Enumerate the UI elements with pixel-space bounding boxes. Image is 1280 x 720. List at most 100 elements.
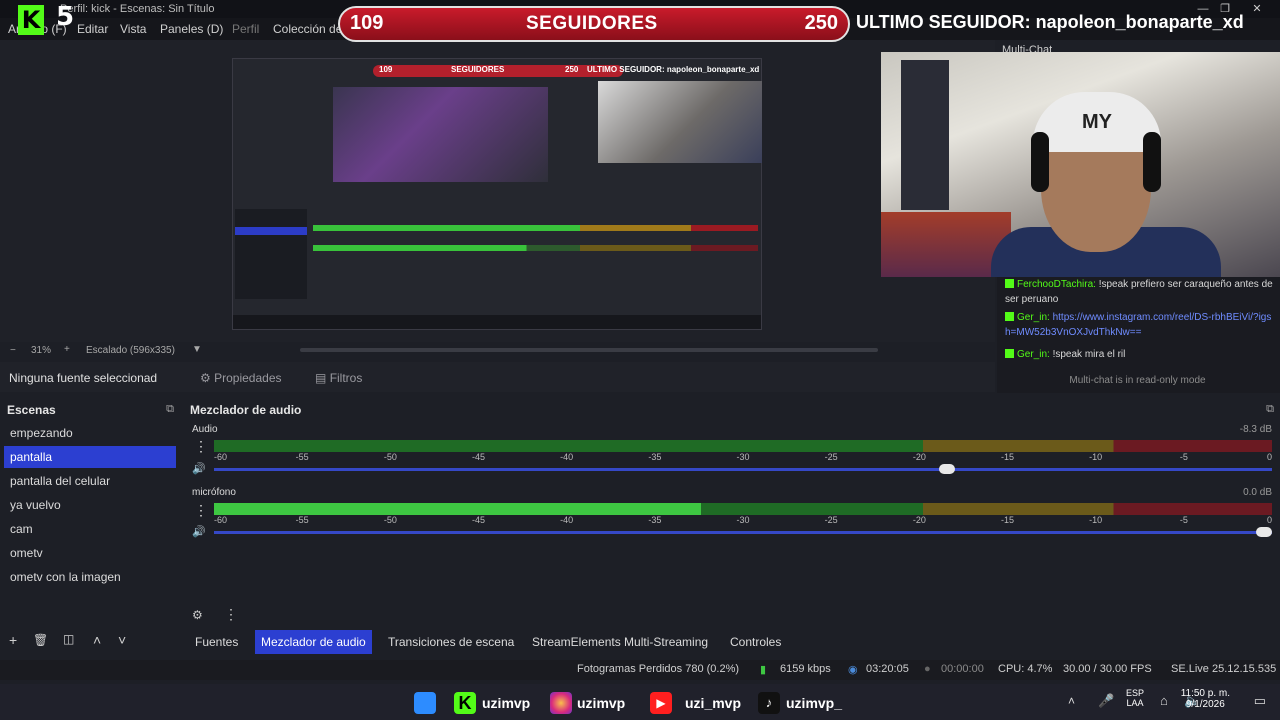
add-scene-button[interactable]: + (9, 632, 17, 648)
meter-tick-label: -60 (214, 452, 228, 462)
scene-item-selected[interactable]: pantalla (4, 446, 176, 468)
meter-ticks: -60 -55 -50 -45 -40 -35 -30 -25 -20 -15 -10 -5 0 (214, 515, 1272, 525)
menu-edit[interactable]: Editar (77, 22, 108, 36)
channel-db: 0.0 dB (1243, 487, 1272, 498)
scene-item[interactable]: ya vuelvo (4, 494, 176, 516)
zoom-out-button[interactable]: − (10, 345, 16, 356)
move-up-button[interactable]: ˄ (93, 632, 101, 648)
scene-controls: + 🗑 ◫ ˄ ˅ (0, 632, 180, 652)
kick-logo: K (18, 5, 44, 35)
scene-item[interactable]: ometv (4, 542, 176, 564)
meter-tick-label: -10 (1089, 515, 1103, 525)
undock-icon[interactable]: ⧉ (1266, 403, 1274, 416)
nested-screen-capture (333, 87, 548, 182)
input-language[interactable]: ESP LAA (1126, 688, 1144, 708)
scene-item[interactable]: cam (4, 518, 176, 540)
move-down-button[interactable]: ˅ (118, 632, 126, 648)
windows-start-icon[interactable] (414, 692, 436, 714)
tray-chevron-icon[interactable]: ˄ (1068, 694, 1075, 708)
volume-knob[interactable] (1256, 527, 1272, 537)
undock-icon[interactable]: ⧉ (166, 403, 174, 416)
followers-label: SEGUIDORES (526, 13, 658, 34)
channel-name: micrófono (192, 487, 236, 498)
scale-mode: Escalado (596x335) (86, 345, 175, 356)
properties-button[interactable]: ⚙ Propiedades (200, 371, 282, 385)
nested-scenes-list (235, 209, 307, 299)
chat-text: !speak mira el ril (1052, 349, 1126, 360)
tab-multistreaming[interactable]: StreamElements Multi-Streaming (526, 630, 714, 654)
meter-tick-label: -15 (1000, 452, 1015, 462)
followers-current: 109 (350, 12, 384, 34)
tab-scene-transitions[interactable]: Transiciones de escena (382, 630, 520, 654)
live-time: 03:20:05 (866, 663, 909, 675)
chevron-down-icon[interactable]: ▼ (192, 344, 202, 355)
speaker-icon[interactable]: 🔊 (192, 525, 206, 538)
meter-tick-label: -55 (295, 452, 309, 462)
notifications-icon[interactable]: ▭ (1254, 693, 1266, 709)
nested-taskbar (233, 315, 761, 329)
multichat-readonly-note: Multi-chat is in read-only mode (1069, 375, 1206, 386)
meter-tick-label: -5 (1179, 452, 1188, 462)
filters-button[interactable]: ▤ Filtros (315, 371, 362, 385)
status-bar: Fotogramas Perdidos 780 (0.2%) ▮ 6159 kb… (0, 660, 1280, 680)
chat-message: Ger_in: !speak mira el ril (1005, 347, 1275, 362)
channel-meter (214, 440, 1272, 452)
chat-username: Ger_in: (1017, 349, 1050, 360)
record-icon: ● (924, 663, 931, 675)
instagram-icon[interactable] (550, 692, 572, 714)
meter-tick-label: -25 (824, 452, 838, 462)
menu-scene-collection[interactable]: Colección de (273, 22, 342, 36)
taskbar: K uzimvp uzimvp ▶ uzi_mvp ♪ uzimvp_ ˄ 🎤 … (0, 684, 1280, 720)
kick-icon[interactable]: K (454, 692, 476, 714)
speaker-icon[interactable]: 🔊 (192, 462, 206, 475)
channel-meter (214, 503, 1272, 515)
youtube-icon[interactable]: ▶ (650, 692, 672, 714)
signal-icon: ▮ (760, 664, 767, 676)
chat-username: Ger_in: (1017, 312, 1050, 323)
scene-filter-icon[interactable]: ◫ (63, 632, 74, 646)
preview-scrollbar[interactable] (300, 348, 878, 352)
mixer-settings-icon[interactable]: ⚙ (192, 608, 203, 622)
tab-controls[interactable]: Controles (724, 630, 787, 654)
meter-tick-label: -5 (1179, 515, 1188, 525)
trash-icon[interactable]: 🗑 (33, 633, 48, 647)
menu-profile[interactable]: Perfil (232, 22, 259, 36)
volume-slider[interactable] (214, 527, 1272, 537)
menu-docks[interactable]: Paneles (D) (160, 22, 223, 36)
scene-item[interactable]: ometv con la imagen (4, 566, 176, 588)
layout-code: LAA (1126, 698, 1144, 708)
meter-tick-label: -40 (560, 452, 574, 462)
volume-slider[interactable] (214, 464, 1272, 474)
channel-menu-icon[interactable]: ⋮ (194, 502, 208, 519)
volume-knob[interactable] (938, 464, 955, 474)
network-icon[interactable]: ⌂ (1160, 693, 1168, 708)
clock-date: 9/1/2026 (1185, 699, 1225, 710)
taskbar-label: uzimvp (482, 695, 531, 711)
webcam-door (901, 60, 949, 210)
scene-item[interactable]: pantalla del celular (4, 470, 176, 492)
channel-menu-icon[interactable]: ⋮ (194, 438, 208, 455)
microphone-icon: 🎤 (1098, 693, 1115, 708)
webcam-feed: MY (881, 52, 1280, 277)
tab-audio-mixer[interactable]: Mezclador de audio (255, 630, 372, 654)
zoom-level: 31% (31, 345, 52, 356)
filters-label: Filtros (329, 371, 363, 385)
nested-selected-scene (235, 227, 307, 235)
nested-last-follower: ULTIMO SEGUIDOR: napoleon_bonaparte_xd (587, 65, 760, 74)
zoom-in-button[interactable]: + (64, 344, 70, 355)
tiktok-icon[interactable]: ♪ (758, 692, 780, 714)
scene-item[interactable]: empezando (4, 422, 176, 444)
meter-tick-label: 0 (1266, 515, 1272, 525)
cpu-usage: CPU: 4.7% (998, 663, 1053, 675)
close-button[interactable]: ✕ (1246, 0, 1268, 18)
meter-tick-label: -60 (214, 515, 228, 525)
meter-tick-label: -45 (471, 515, 486, 525)
app-version: SE.Live 25.12.15.535 (1171, 663, 1277, 675)
clock[interactable]: 11:50 p. m. 9/1/2026 (1181, 688, 1230, 710)
audio-mixer-dock: Mezclador de audio ⧉ Audio -8.3 dB ⋮ -60… (184, 400, 1280, 655)
tab-sources[interactable]: Fuentes (189, 630, 244, 654)
kick-logo-number: 5 (56, 2, 75, 32)
mixer-menu-icon[interactable]: ⋮ (224, 606, 238, 623)
menu-view[interactable]: Vista (120, 22, 146, 36)
chat-message: FerchooDTachira: !speak prefiero ser car… (1005, 277, 1275, 307)
